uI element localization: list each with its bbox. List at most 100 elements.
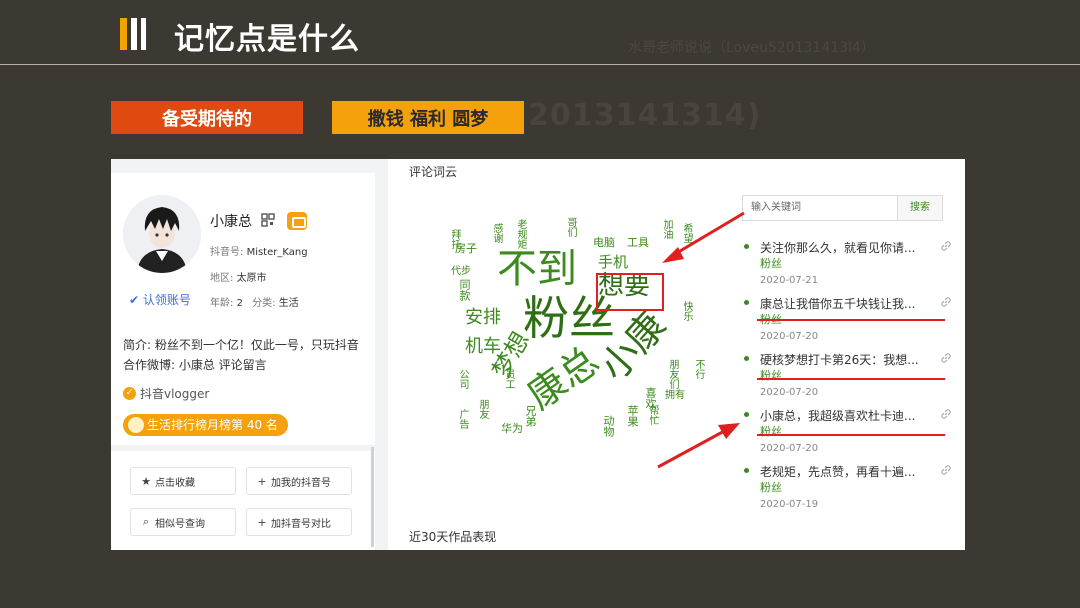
comment-text: 康总让我借你五千块钱让我... bbox=[760, 297, 916, 311]
cloud-word: 快乐 bbox=[681, 301, 692, 321]
claim-label: 认领账号 bbox=[142, 293, 191, 307]
plus-icon: + bbox=[257, 515, 267, 529]
cloud-word: 兄弟 bbox=[524, 405, 537, 427]
cloud-word: 哥们 bbox=[565, 217, 576, 237]
link-icon[interactable] bbox=[940, 464, 952, 476]
claim-account-link[interactable]: ✔ 认领账号 bbox=[129, 291, 191, 308]
similar-search-button[interactable]: ⌕ 相似号查询 bbox=[130, 508, 236, 536]
profile-card: 小康总 抖音号: Mister_Kang 地区: 太原市 年龄: 2 分类: 生… bbox=[111, 173, 375, 445]
comment-tag: 粉丝 bbox=[760, 257, 782, 270]
watermark: 水哥老师说说（Loveu520131413l4） bbox=[628, 40, 875, 56]
comment-date: 2020-07-20 bbox=[760, 443, 819, 454]
cloud-word: 不行 bbox=[693, 359, 704, 379]
highlight-box bbox=[596, 273, 664, 311]
cloud-word: 华为 bbox=[501, 422, 523, 435]
cloud-word: 朋友 bbox=[477, 399, 488, 419]
level-badge-icon bbox=[287, 212, 307, 230]
title-decoration bbox=[120, 18, 146, 50]
favorite-button[interactable]: ★ 点击收藏 bbox=[130, 467, 236, 495]
add-my-account-button[interactable]: + 加我的抖音号 bbox=[246, 467, 352, 495]
cloud-word: 苹果 bbox=[626, 405, 639, 427]
crown-icon bbox=[128, 417, 144, 433]
action-card: ★ 点击收藏 + 加我的抖音号 ⌕ 相似号查询 + 加抖音号对比 bbox=[111, 451, 375, 550]
cloud-word: 手机 bbox=[598, 253, 629, 271]
tag-anticipated: 备受期待的 bbox=[111, 101, 303, 134]
bullet-icon bbox=[744, 356, 749, 361]
comment-item[interactable]: 关注你那么久，就看见你请... 粉丝 2020-07-21 bbox=[742, 239, 952, 295]
annotation-underline bbox=[757, 319, 945, 321]
cloud-word: 拜托 bbox=[449, 229, 460, 249]
comment-date: 2020-07-20 bbox=[760, 387, 819, 398]
category-label: 分类: bbox=[252, 298, 276, 309]
watermark-faint: 2013141314) bbox=[528, 98, 762, 133]
link-icon[interactable] bbox=[940, 240, 952, 252]
slide-header: 记忆点是什么 水哥老师说说（Loveu520131413l4） bbox=[0, 0, 1080, 64]
cloud-word: 工具 bbox=[627, 236, 649, 249]
comment-item[interactable]: 康总让我借你五千块钱让我... 粉丝 2020-07-20 bbox=[742, 295, 952, 351]
bullet-icon bbox=[744, 412, 749, 417]
wordcloud-title: 评论词云 bbox=[409, 165, 458, 179]
comment-panel: 评论词云 不到 粉丝 康总 小康 想要 梦想 安排 机车 手机 电脑 工具 房子… bbox=[388, 159, 965, 550]
comment-tag: 粉丝 bbox=[760, 481, 782, 494]
cloud-word: 感谢 bbox=[491, 223, 502, 243]
cloud-word: 朋友们 bbox=[667, 359, 678, 389]
annotation-arrow bbox=[657, 423, 740, 469]
cloud-word: 公司 bbox=[457, 369, 468, 389]
cloud-word: 不到 bbox=[497, 246, 577, 292]
rank-label: 生活排行榜月榜第 40 名 bbox=[147, 418, 278, 432]
bullet-icon bbox=[744, 300, 749, 305]
scrollbar[interactable] bbox=[371, 447, 374, 547]
profile-bio: 简介: 粉丝不到一个亿！仅此一号，只玩抖音 合作微博: 小康总 评论留言 bbox=[123, 338, 359, 372]
comment-text: 小康总，我超级喜欢杜卡迪... bbox=[760, 409, 916, 423]
recent-works-title: 近30天作品表现 bbox=[409, 530, 497, 544]
annotation-arrow bbox=[662, 211, 745, 263]
rank-badge[interactable]: 生活排行榜月榜第 40 名 bbox=[123, 414, 288, 436]
add-my-account-label: 加我的抖音号 bbox=[271, 477, 331, 489]
similar-search-label: 相似号查询 bbox=[155, 518, 205, 530]
comment-item[interactable]: 老规矩，先点赞，再看十遍... 粉丝 2020-07-19 bbox=[742, 463, 952, 519]
plus-icon: + bbox=[257, 474, 267, 488]
comment-text: 老规矩，先点赞，再看十遍... bbox=[760, 465, 916, 479]
douyin-id-value: Mister_Kang bbox=[246, 247, 308, 258]
comment-date: 2020-07-20 bbox=[760, 331, 819, 342]
region-row: 地区: 太原市 bbox=[210, 269, 267, 284]
comment-text: 硬核梦想打卡第26天：我想... bbox=[760, 353, 919, 367]
vlogger-label: 抖音vlogger bbox=[140, 387, 210, 401]
cloud-word: 员工 bbox=[503, 369, 514, 389]
cloud-word: 动物 bbox=[602, 415, 615, 437]
avatar[interactable] bbox=[123, 195, 201, 273]
verified-check-icon: ✔ bbox=[129, 293, 140, 307]
slide-title: 记忆点是什么 bbox=[174, 22, 360, 57]
age-label: 年龄: bbox=[210, 298, 234, 309]
search-input[interactable]: 输入关键词 bbox=[742, 195, 898, 221]
cloud-word: 电脑 bbox=[593, 236, 615, 249]
comment-text: 关注你那么久，就看见你请... bbox=[760, 241, 916, 255]
comment-date: 2020-07-19 bbox=[760, 499, 819, 510]
annotation-underline bbox=[757, 378, 945, 380]
star-icon: ★ bbox=[141, 474, 151, 488]
profile-column: 小康总 抖音号: Mister_Kang 地区: 太原市 年龄: 2 分类: 生… bbox=[111, 159, 388, 550]
region-value: 太原市 bbox=[236, 273, 267, 284]
profile-name: 小康总 bbox=[210, 214, 252, 230]
cloud-word: 拥有 bbox=[665, 390, 685, 401]
qr-code-icon[interactable] bbox=[261, 213, 275, 227]
verified-badge-icon: ✓ bbox=[123, 387, 136, 400]
cloud-word: 老规矩 bbox=[515, 219, 526, 249]
tag-giveaway: 撒钱 福利 圆梦 bbox=[332, 101, 524, 134]
cloud-word: 机车 bbox=[465, 336, 501, 357]
douyin-id-row: 抖音号: Mister_Kang bbox=[210, 243, 308, 258]
cloud-word: 安排 bbox=[465, 307, 501, 328]
link-icon[interactable] bbox=[940, 408, 952, 420]
link-icon[interactable] bbox=[940, 296, 952, 308]
search-button[interactable]: 搜索 bbox=[898, 195, 943, 221]
cloud-word: 代步 bbox=[451, 266, 471, 277]
link-icon[interactable] bbox=[940, 352, 952, 364]
cloud-word: 同款 bbox=[458, 279, 471, 301]
header-divider bbox=[0, 64, 1080, 65]
cloud-word: 广告 bbox=[457, 409, 468, 429]
compare-button[interactable]: + 加抖音号对比 bbox=[246, 508, 352, 536]
search-icon: ⌕ bbox=[142, 515, 150, 528]
annotation-underline bbox=[757, 434, 945, 436]
comment-tag: 粉丝 bbox=[760, 425, 782, 438]
comment-tag: 粉丝 bbox=[760, 369, 782, 382]
